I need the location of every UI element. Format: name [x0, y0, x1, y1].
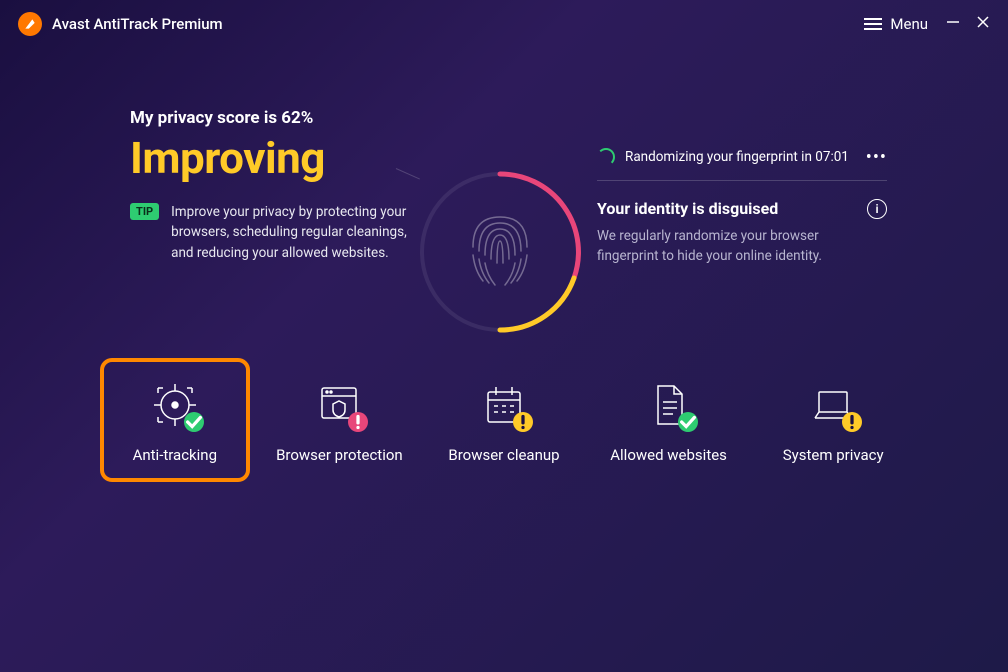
- card-allowed-websites[interactable]: Allowed websites: [594, 358, 744, 482]
- titlebar: Avast AntiTrack Premium Menu: [0, 0, 1008, 48]
- nav-cards: Anti-tracking Browser protection: [100, 358, 908, 482]
- card-label: System privacy: [783, 446, 884, 464]
- randomize-text: Randomizing your fingerprint in 07:01: [625, 149, 856, 165]
- identity-description: We regularly randomize your browser fing…: [597, 226, 855, 267]
- status-ok-icon: [184, 412, 204, 432]
- calendar-icon: [481, 382, 527, 428]
- window-controls: [946, 15, 990, 33]
- minimize-button[interactable]: [946, 15, 960, 33]
- titlebar-right: Menu: [864, 15, 990, 33]
- status-ok-icon: [678, 412, 698, 432]
- tip-badge: TIP: [130, 203, 159, 220]
- status-alert-icon: [348, 412, 368, 432]
- document-icon: [646, 382, 692, 428]
- identity-text: Your identity is disguised We regularly …: [597, 199, 855, 267]
- app-title: Avast AntiTrack Premium: [52, 15, 223, 33]
- fingerprint-gauge: [416, 168, 584, 336]
- info-icon[interactable]: i: [867, 199, 887, 219]
- more-options-button[interactable]: •••: [866, 153, 887, 162]
- identity-panel: Randomizing your fingerprint in 07:01 ••…: [597, 148, 887, 267]
- tip-text: Improve your privacy by protecting your …: [171, 202, 410, 263]
- avast-logo-icon: [18, 12, 42, 36]
- spinner-icon: [597, 148, 615, 166]
- menu-label: Menu: [890, 15, 928, 33]
- titlebar-left: Avast AntiTrack Premium: [18, 12, 223, 36]
- fingerprint-icon: [461, 205, 539, 299]
- card-system-privacy[interactable]: System privacy: [758, 358, 908, 482]
- card-label: Allowed websites: [610, 446, 727, 464]
- hamburger-icon: [864, 18, 882, 30]
- browser-shield-icon: [316, 382, 362, 428]
- card-anti-tracking[interactable]: Anti-tracking: [100, 358, 250, 482]
- identity-row: Your identity is disguised We regularly …: [597, 199, 887, 267]
- menu-button[interactable]: Menu: [864, 15, 928, 33]
- tip-row: TIP Improve your privacy by protecting y…: [130, 202, 410, 263]
- card-label: Anti-tracking: [133, 446, 217, 464]
- card-browser-protection[interactable]: Browser protection: [265, 358, 415, 482]
- card-label: Browser cleanup: [448, 446, 559, 464]
- card-label: Browser protection: [276, 446, 403, 464]
- close-button[interactable]: [976, 15, 990, 33]
- score-label: My privacy score is 62%: [130, 108, 938, 128]
- card-browser-cleanup[interactable]: Browser cleanup: [429, 358, 579, 482]
- status-warn-icon: [513, 412, 533, 432]
- randomize-row: Randomizing your fingerprint in 07:01 ••…: [597, 148, 887, 181]
- identity-title: Your identity is disguised: [597, 199, 855, 218]
- crosshair-icon: [152, 382, 198, 428]
- laptop-icon: [810, 382, 856, 428]
- status-warn-icon: [842, 412, 862, 432]
